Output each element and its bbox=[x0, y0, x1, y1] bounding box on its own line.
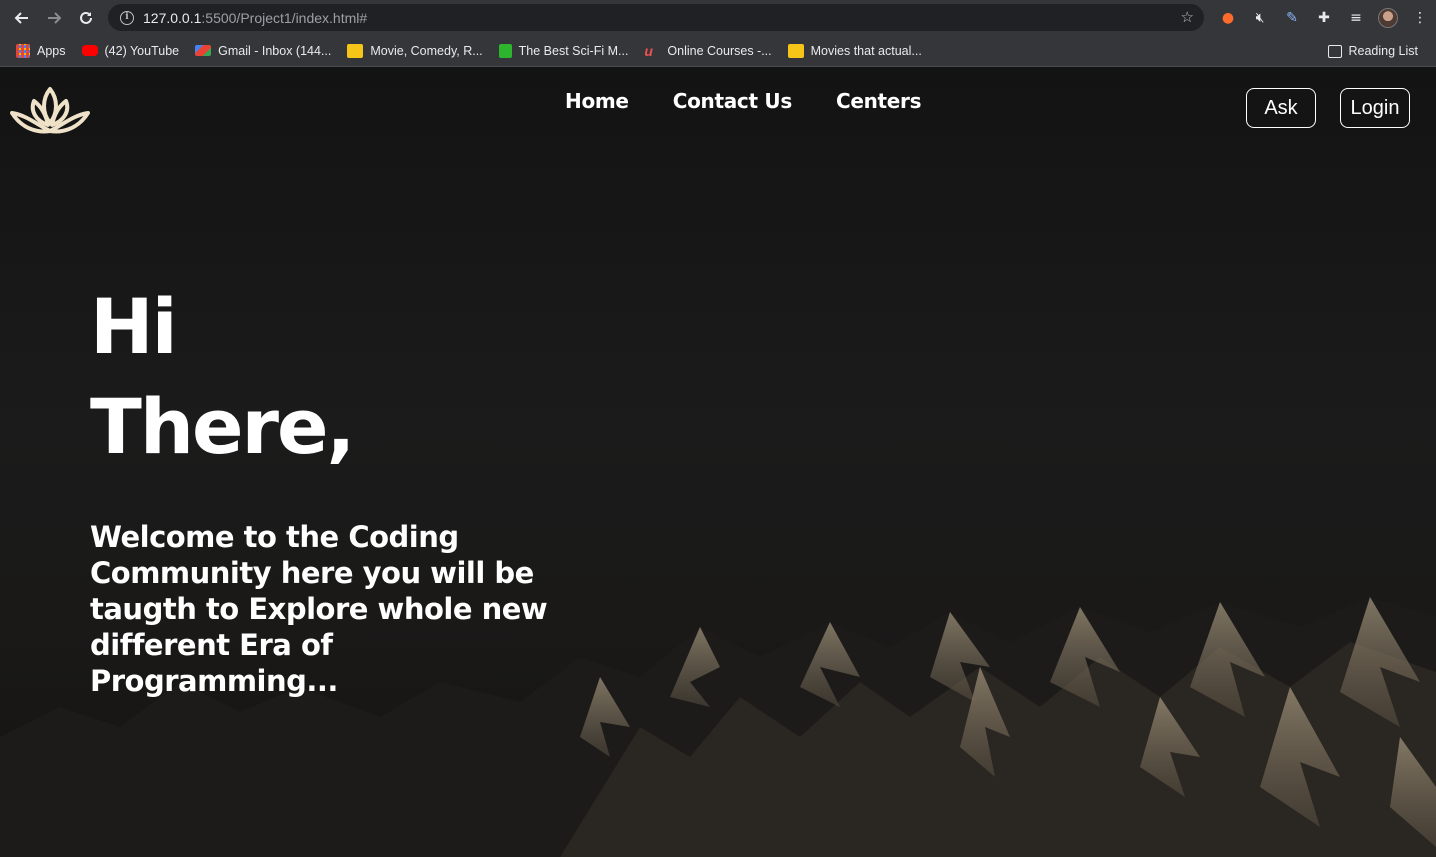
nav-contact-us[interactable]: Contact Us bbox=[673, 89, 793, 113]
udemy-icon: u bbox=[644, 42, 653, 59]
reading-list-label: Reading List bbox=[1348, 44, 1419, 58]
forward-arrow-icon[interactable] bbox=[38, 2, 70, 34]
url-text: 127.0.0.1:5500/Project1/index.html# bbox=[143, 9, 368, 26]
page-viewport: Home Contact Us Centers Ask Login Hi The… bbox=[0, 67, 1436, 857]
media-control-icon[interactable]: ≡ bbox=[1340, 2, 1372, 34]
reload-icon[interactable] bbox=[70, 2, 102, 34]
bookmark-gmail[interactable]: Gmail - Inbox (144... bbox=[187, 39, 339, 63]
address-bar[interactable]: i 127.0.0.1:5500/Project1/index.html# ☆ bbox=[108, 4, 1204, 31]
bookmark-label: Movies that actual... bbox=[810, 43, 922, 58]
imdb-icon bbox=[347, 43, 364, 58]
menu-kebab-icon[interactable]: ⋮ bbox=[1404, 2, 1436, 34]
nav-centers[interactable]: Centers bbox=[836, 89, 922, 113]
bookmark-scifi[interactable]: The Best Sci-Fi M... bbox=[491, 39, 637, 63]
bookmark-label: The Best Sci-Fi M... bbox=[518, 43, 629, 58]
bookmark-udemy[interactable]: u Online Courses -... bbox=[636, 39, 779, 63]
extensions-puzzle-icon[interactable]: ✚ bbox=[1308, 2, 1340, 34]
main-nav: Home Contact Us Centers bbox=[565, 89, 922, 113]
bookmark-label: Apps bbox=[37, 43, 66, 58]
bookmark-label: Online Courses -... bbox=[667, 43, 772, 58]
bookmark-apps[interactable]: Apps bbox=[8, 39, 74, 63]
hero-heading-line2: There, bbox=[90, 382, 355, 471]
bookmark-youtube[interactable]: (42) YouTube bbox=[74, 39, 188, 63]
film-icon bbox=[498, 43, 512, 58]
hero-heading-line1: Hi bbox=[90, 282, 178, 371]
info-icon[interactable]: i bbox=[120, 10, 134, 25]
reading-list-icon bbox=[1327, 44, 1342, 58]
bookmark-label: (42) YouTube bbox=[104, 43, 180, 58]
ask-button[interactable]: Ask bbox=[1246, 88, 1316, 128]
apps-grid-icon bbox=[16, 43, 30, 58]
gmail-icon bbox=[195, 45, 212, 56]
profile-avatar[interactable] bbox=[1372, 2, 1404, 34]
lotus-logo-icon[interactable] bbox=[8, 85, 92, 141]
bookmark-imdb-1[interactable]: Movie, Comedy, R... bbox=[339, 39, 490, 63]
bookmark-label: Gmail - Inbox (144... bbox=[218, 43, 332, 58]
extension-pen-icon[interactable]: ✎ bbox=[1276, 2, 1308, 34]
browser-toolbar: i 127.0.0.1:5500/Project1/index.html# ☆ … bbox=[0, 0, 1436, 35]
avatar bbox=[1378, 7, 1398, 28]
extension-fire-icon[interactable]: ● bbox=[1212, 2, 1244, 34]
bookmarks-bar: Apps (42) YouTube Gmail - Inbox (144... … bbox=[0, 35, 1436, 67]
hero-heading: Hi There, bbox=[90, 277, 580, 477]
reading-list[interactable]: Reading List bbox=[1320, 39, 1427, 63]
bookmark-label: Movie, Comedy, R... bbox=[370, 43, 483, 58]
youtube-icon bbox=[81, 45, 98, 56]
hero-section: Hi There, Welcome to the Coding Communit… bbox=[90, 277, 580, 699]
extensions-area: ● 🔇︎ ✎ ✚ ≡ ⋮ bbox=[1212, 0, 1436, 35]
imdb-icon bbox=[787, 43, 804, 58]
login-button[interactable]: Login bbox=[1340, 88, 1410, 128]
bookmark-star-icon[interactable]: ☆ bbox=[1181, 8, 1194, 26]
nav-home[interactable]: Home bbox=[565, 89, 629, 113]
mute-tab-icon[interactable]: 🔇︎ bbox=[1244, 2, 1276, 34]
bookmark-imdb-2[interactable]: Movies that actual... bbox=[780, 39, 930, 63]
back-arrow-icon[interactable] bbox=[6, 2, 38, 34]
hero-tagline: Welcome to the Coding Community here you… bbox=[90, 520, 548, 698]
